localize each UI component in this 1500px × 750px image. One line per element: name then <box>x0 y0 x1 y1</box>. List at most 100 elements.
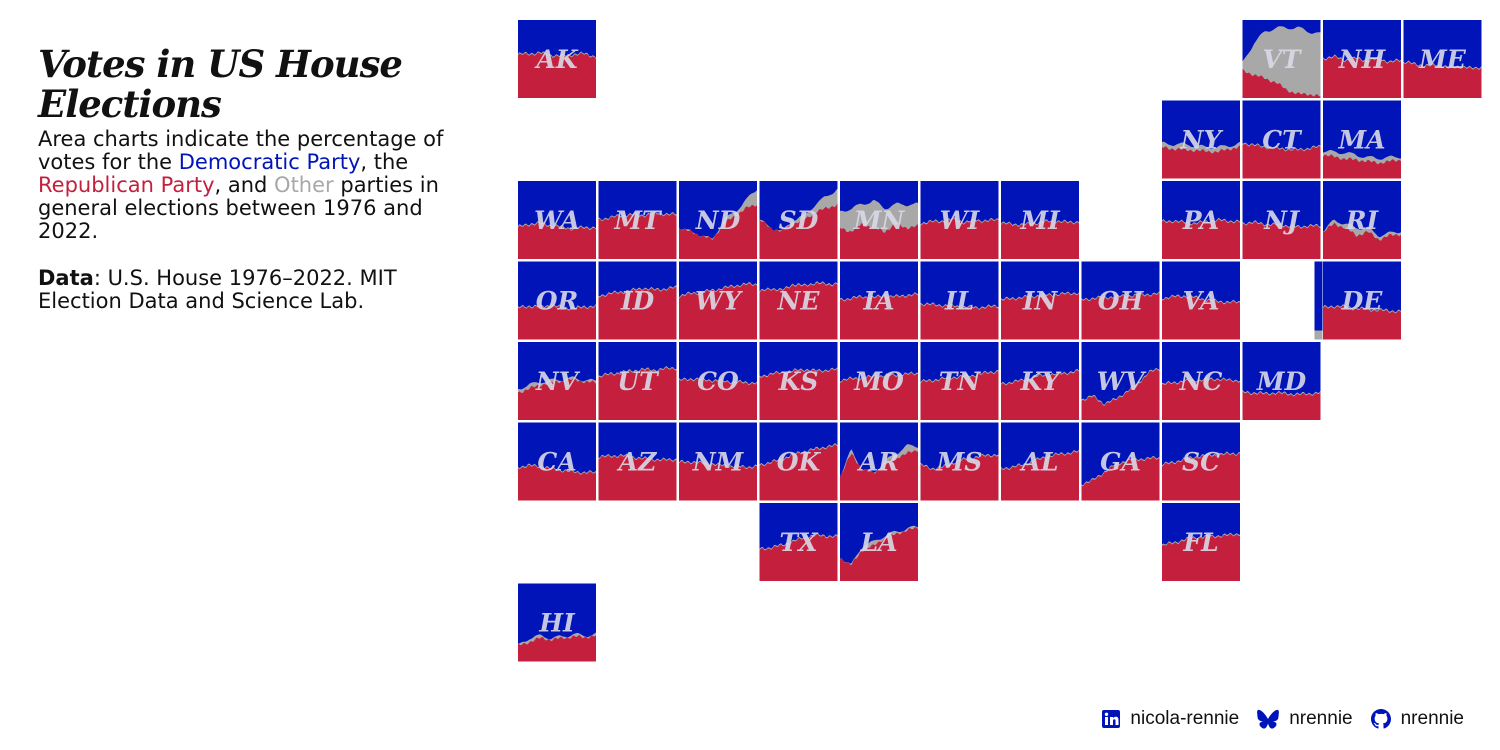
state-label: OH <box>1098 287 1145 316</box>
state-label: CT <box>1262 126 1303 155</box>
state-tile-ia: IA <box>840 261 918 340</box>
state-label: KS <box>778 367 819 396</box>
state-tile-in: IN <box>1001 261 1079 340</box>
state-tile-mn: MN <box>840 181 918 259</box>
state-tile-ms: MS <box>920 422 999 501</box>
state-label: TX <box>779 528 819 557</box>
linkedin-link[interactable]: nicola-rennie <box>1102 708 1239 730</box>
state-label: VA <box>1183 287 1220 316</box>
state-tile-vt: VT <box>1242 20 1321 99</box>
state-label: MS <box>936 448 983 477</box>
state-tile-oh: OH <box>1081 261 1160 340</box>
state-tile-ok: OK <box>759 422 838 501</box>
github-handle: nrennie <box>1400 708 1464 729</box>
state-label: IN <box>1022 287 1059 316</box>
state-tile-ks: KS <box>759 342 838 420</box>
state-tile-dc <box>1314 261 1323 340</box>
state-tile-or: OR <box>518 261 596 340</box>
state-tile-md: MD <box>1242 342 1321 420</box>
state-tile-ma: MA <box>1323 100 1401 179</box>
state-label: LA <box>860 528 898 557</box>
state-tile-al: AL <box>1001 422 1079 501</box>
state-tile-mi: MI <box>1001 181 1079 259</box>
state-label: SC <box>1182 448 1220 477</box>
state-label: WI <box>940 206 981 235</box>
github-link[interactable]: nrennie <box>1370 708 1464 730</box>
state-label: HI <box>538 609 576 638</box>
state-label: CA <box>537 448 576 477</box>
state-label: MO <box>853 367 904 396</box>
state-label: GA <box>1100 448 1141 477</box>
state-tile-nv: NV <box>518 342 596 420</box>
state-tile-ut: UT <box>598 342 677 420</box>
state-label: MN <box>853 206 906 235</box>
state-label: UT <box>617 367 660 396</box>
bluesky-link[interactable]: nrennie <box>1257 708 1353 730</box>
github-icon <box>1370 709 1391 729</box>
state-label: NY <box>1180 126 1224 155</box>
state-label: WV <box>1097 367 1147 396</box>
state-label: SD <box>779 206 819 235</box>
state-tile-ga: GA <box>1081 422 1160 501</box>
linkedin-icon <box>1102 710 1121 728</box>
state-label: AR <box>857 448 899 477</box>
state-label: OK <box>777 448 822 477</box>
state-tile-ak: AK <box>518 20 596 98</box>
state-label: NM <box>692 448 745 477</box>
state-tile-sd: SD <box>759 181 838 259</box>
state-tile-me: ME <box>1403 20 1482 98</box>
state-tile-wv: WV <box>1081 342 1160 420</box>
state-label: NJ <box>1263 206 1301 235</box>
state-tile-wi: WI <box>920 181 999 259</box>
state-tile-wy: WY <box>679 261 757 340</box>
state-label: KY <box>1020 367 1062 396</box>
state-tile-ky: KY <box>1001 342 1079 420</box>
dc-democratic-strip <box>1314 261 1323 340</box>
state-tile-id: ID <box>598 261 677 340</box>
state-label: IL <box>944 287 974 316</box>
state-label: AK <box>534 45 578 74</box>
state-label: VT <box>1262 45 1302 74</box>
state-label: AL <box>1020 448 1059 477</box>
state-tile-ne: NE <box>759 261 838 340</box>
state-tile-mo: MO <box>840 342 918 420</box>
state-label: TN <box>939 367 982 396</box>
footer-links: nicola-rennie nrennie nrennie <box>1084 708 1464 730</box>
state-tile-az: AZ <box>598 422 677 501</box>
state-tile-mt: MT <box>598 181 677 259</box>
state-tile-va: VA <box>1162 261 1240 340</box>
state-label: FL <box>1182 528 1218 557</box>
state-tile-il: IL <box>920 261 999 340</box>
state-tile-wa: WA <box>518 181 596 259</box>
dc-other-strip <box>1314 330 1323 340</box>
state-tile-grid: AK VT NH ME NY CT MA WA MT ND SD MN WI MI PA NJ RI OR ID WY… <box>518 20 1482 662</box>
state-label: IA <box>862 287 894 316</box>
state-label: NE <box>777 287 821 316</box>
state-tile-nj: NJ <box>1242 181 1321 259</box>
linkedin-handle: nicola-rennie <box>1130 708 1240 729</box>
state-label: MD <box>1256 367 1307 396</box>
state-tile-ca: CA <box>518 422 596 501</box>
state-tile-fl: FL <box>1162 503 1240 581</box>
state-tile-tn: TN <box>920 342 999 420</box>
state-label: MT <box>613 206 663 235</box>
state-label: OR <box>536 287 579 316</box>
state-tile-de: DE <box>1323 261 1401 340</box>
state-label: NH <box>1338 45 1387 74</box>
state-label: NV <box>535 367 581 396</box>
state-tile-nm: NM <box>679 422 757 501</box>
state-tile-ar: AR <box>840 422 918 501</box>
state-label: ID <box>620 287 655 316</box>
state-tile-ri: RI <box>1323 181 1401 259</box>
state-tile-ct: CT <box>1242 100 1321 179</box>
state-label: AZ <box>617 448 657 477</box>
state-label: ME <box>1418 45 1467 74</box>
state-tile-pa: PA <box>1162 181 1240 259</box>
state-label: RI <box>1345 206 1380 235</box>
state-tile-tx: TX <box>759 503 838 581</box>
state-label: NC <box>1179 367 1223 396</box>
bluesky-icon <box>1257 709 1280 729</box>
state-label: MA <box>1337 126 1385 155</box>
state-label: DE <box>1341 287 1384 316</box>
state-label: WY <box>695 287 743 316</box>
